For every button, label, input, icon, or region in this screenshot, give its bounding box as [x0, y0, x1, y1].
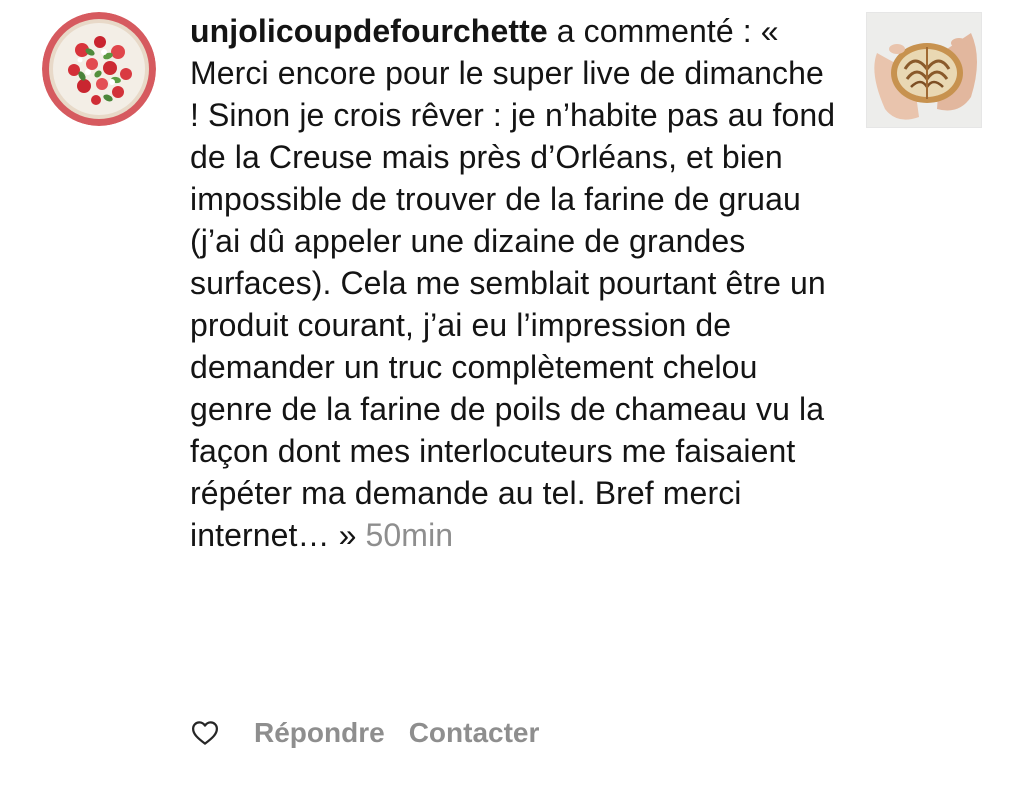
post-thumbnail-image	[867, 13, 981, 127]
post-thumbnail[interactable]	[866, 12, 982, 128]
heart-outline-icon[interactable]	[190, 718, 220, 748]
comment-actions: Répondre Contacter	[190, 712, 563, 754]
comment-notification: unjolicoupdefourchette a commenté : « Me…	[0, 0, 1024, 803]
reply-button[interactable]: Répondre	[254, 717, 385, 749]
user-avatar[interactable]	[42, 12, 156, 126]
comment-text: unjolicoupdefourchette a commenté : « Me…	[190, 10, 840, 556]
avatar-image	[42, 12, 156, 126]
contact-button[interactable]: Contacter	[409, 717, 540, 749]
comment-body: a commenté : « Merci encore pour le supe…	[190, 13, 836, 553]
comment-timestamp: 50min	[365, 517, 454, 553]
username-link[interactable]: unjolicoupdefourchette	[190, 13, 548, 49]
